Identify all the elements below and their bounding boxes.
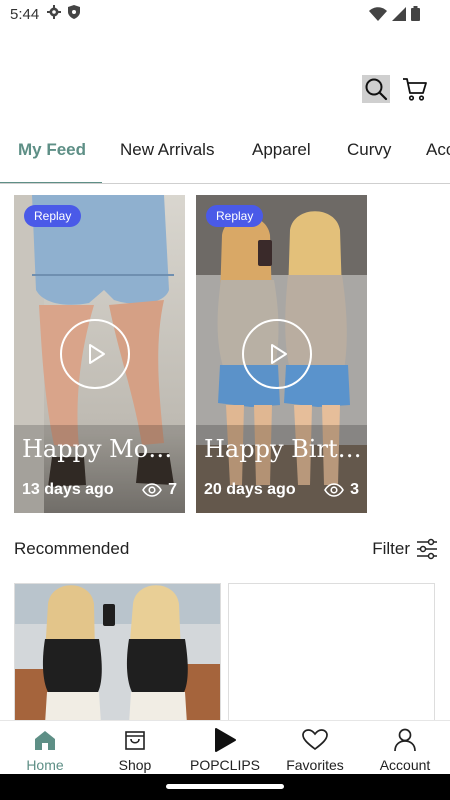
active-tab-indicator: [0, 182, 102, 183]
wifi-icon: [369, 6, 387, 25]
nav-label: Account: [379, 757, 431, 773]
header-actions: [362, 74, 430, 104]
product-card[interactable]: [228, 583, 435, 723]
filter-label: Filter: [372, 539, 410, 558]
clip-age: 20 days ago: [204, 481, 296, 498]
status-time: 5:44: [10, 5, 40, 23]
tab-accessories[interactable]: Acc: [426, 140, 450, 160]
clip-title: Happy Birthd...: [204, 435, 367, 463]
play-icon: [213, 727, 237, 753]
filter-sliders-icon: [417, 538, 437, 560]
view-count: 7: [142, 481, 177, 499]
nav-favorites[interactable]: Favorites: [270, 721, 360, 774]
replay-badge: Replay: [24, 205, 82, 227]
view-count: 3: [324, 481, 359, 499]
nav-popclips[interactable]: POPCLIPS: [180, 721, 270, 774]
eye-icon: [142, 483, 163, 497]
category-tabs: My Feed New Arrivals Apparel Curvy Acc: [0, 128, 450, 184]
tab-my-feed[interactable]: My Feed: [18, 140, 86, 160]
clip-title: Happy Mond...: [22, 435, 185, 463]
signal-icon: [392, 6, 406, 25]
search-icon: [365, 78, 388, 101]
battery-icon: [411, 6, 420, 25]
product-card[interactable]: [14, 583, 221, 723]
shield-icon: [68, 5, 81, 23]
status-bar: 5:44: [0, 0, 450, 28]
home-icon: [33, 727, 57, 753]
replay-badge: Replay: [206, 205, 264, 227]
shopping-bag-icon: [123, 727, 147, 753]
view-count-value: 7: [168, 481, 177, 498]
tab-apparel[interactable]: Apparel: [252, 140, 311, 160]
nav-label: Favorites: [286, 757, 344, 773]
home-gesture-handle[interactable]: [166, 784, 284, 789]
nav-account[interactable]: Account: [360, 721, 450, 774]
nav-label: Home: [26, 757, 64, 773]
play-icon: [89, 344, 105, 364]
view-count-value: 3: [350, 481, 359, 498]
recommended-header: Recommended Filter: [14, 538, 438, 560]
cart-button[interactable]: [400, 74, 430, 104]
search-button[interactable]: [362, 75, 390, 103]
settings-gear-icon: [47, 5, 62, 23]
filter-button[interactable]: Filter: [372, 538, 438, 560]
bottom-navigation: Home Shop POPCLIPS Favorites Account: [0, 720, 450, 774]
heart-icon: [302, 727, 328, 753]
play-button[interactable]: [60, 319, 130, 389]
nav-label: Shop: [118, 757, 152, 773]
clip-age: 13 days ago: [22, 481, 114, 498]
nav-shop[interactable]: Shop: [90, 721, 180, 774]
clip-card[interactable]: Replay Happy Mond... 13 days ago 7: [14, 195, 185, 513]
clip-meta: 20 days ago 3: [204, 481, 359, 499]
product-image: [15, 584, 220, 722]
clip-card[interactable]: Replay Happy Birthd... 20 days ago 3: [196, 195, 367, 513]
system-navigation-bar: [0, 774, 450, 800]
eye-icon: [324, 483, 345, 497]
product-image-placeholder: [229, 584, 434, 722]
shopping-cart-icon: [403, 78, 427, 101]
nav-home[interactable]: Home: [0, 721, 90, 774]
tab-new-arrivals[interactable]: New Arrivals: [120, 140, 214, 160]
person-icon: [393, 727, 417, 753]
recommended-title: Recommended: [14, 539, 130, 558]
play-button[interactable]: [242, 319, 312, 389]
tab-curvy[interactable]: Curvy: [347, 140, 391, 160]
clip-meta: 13 days ago 7: [22, 481, 177, 499]
nav-label: POPCLIPS: [189, 757, 261, 773]
play-icon: [271, 344, 287, 364]
